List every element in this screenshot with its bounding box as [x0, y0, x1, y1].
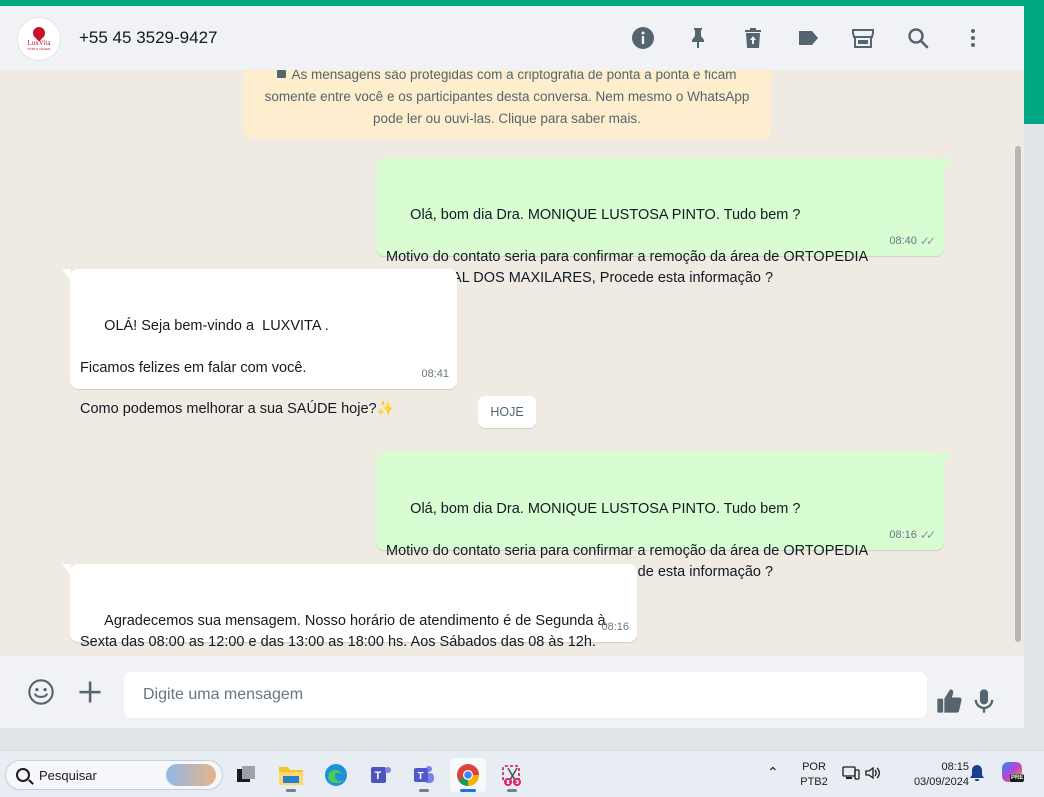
scrollbar-thumb[interactable]: [1015, 146, 1021, 642]
taskbar-chrome[interactable]: [450, 758, 486, 792]
folder-icon: [279, 767, 303, 785]
encryption-notice-text: As mensagens são protegidas com a cripto…: [264, 70, 750, 126]
taskbar-teams-classic[interactable]: T: [363, 758, 399, 792]
tray-clock[interactable]: 08:15 03/09/2024: [893, 760, 969, 790]
notification-bell-icon[interactable]: [969, 764, 985, 785]
running-indicator: [286, 789, 296, 792]
date-separator: HOJE: [478, 396, 536, 428]
bubble-tail: [62, 269, 71, 281]
trash-icon: [744, 28, 761, 48]
message-text: Agradecemos sua mensagem. Nosso horário …: [80, 613, 606, 656]
taskbar-search-label: Pesquisar: [39, 767, 97, 783]
label-button[interactable]: [780, 20, 835, 56]
info-button[interactable]: [615, 20, 670, 56]
tray-language[interactable]: POR PTB2: [797, 760, 831, 790]
voice-button[interactable]: [968, 685, 1000, 717]
message-time: 08:16: [601, 621, 629, 634]
search-button[interactable]: [890, 20, 945, 56]
window-side-accent: [1024, 0, 1044, 124]
edge-browser-icon: [325, 764, 347, 786]
bubble-tail: [62, 564, 71, 576]
chrome-icon: [457, 764, 479, 786]
more-vertical-icon: [970, 29, 975, 47]
task-view-icon: [237, 766, 255, 782]
snipping-tool-icon: [502, 765, 521, 786]
menu-button[interactable]: [945, 20, 1000, 56]
pin-icon: [691, 28, 704, 48]
tray-volume-icon[interactable]: [864, 764, 882, 785]
message-meta: 08:40 ✓✓: [889, 231, 936, 252]
message-input[interactable]: [124, 672, 927, 718]
tray-date: 03/09/2024: [913, 776, 969, 788]
search-highlight-image: [166, 764, 216, 786]
running-indicator: [507, 789, 517, 792]
taskbar-task-view[interactable]: [228, 758, 264, 792]
header-actions: [615, 20, 1000, 56]
copilot-badge: PRE: [1010, 774, 1025, 782]
chat-header: LuxVita PORTO VIAGEM +55 45 3529-9427: [0, 6, 1024, 70]
catalog-button[interactable]: [835, 20, 890, 56]
bubble-tail: [943, 158, 952, 170]
running-indicator: [419, 789, 429, 792]
taskbar-search[interactable]: Pesquisar: [5, 760, 223, 790]
attach-button[interactable]: [74, 676, 106, 708]
bubble-tail: [943, 452, 952, 464]
teams-icon: T: [371, 767, 391, 783]
tray-language-code: POR: [802, 761, 826, 773]
emoji-icon: [28, 679, 54, 705]
thumbs-up-icon: [937, 689, 962, 713]
running-indicator: [460, 789, 476, 792]
double-check-icon: ✓✓: [919, 528, 936, 543]
message-bubble-incoming[interactable]: Agradecemos sua mensagem. Nosso horário …: [62, 564, 637, 656]
message-meta: 08:16: [601, 617, 629, 638]
message-bubble-incoming[interactable]: OLÁ! Seja bem-vindo a LUXVITA . Ficamos …: [62, 269, 457, 417]
message-time: 08:40: [889, 235, 917, 248]
search-icon: [16, 768, 30, 782]
plus-icon: [79, 681, 101, 703]
message-text: Olá, bom dia Dra. MONIQUE LUSTOSA PINTO.…: [386, 207, 868, 286]
lock-icon: [277, 70, 287, 78]
message-list[interactable]: As mensagens são protegidas com a cripto…: [0, 70, 1024, 656]
avatar-logo-sub: PORTO VIAGEM: [27, 47, 51, 51]
copilot-icon[interactable]: PRE: [1000, 762, 1026, 784]
message-time: 08:16: [889, 529, 917, 542]
message-meta: 08:16 ✓✓: [889, 525, 936, 546]
svg-text:T: T: [418, 771, 424, 782]
store-icon: [851, 29, 874, 48]
composer-bar: [0, 656, 1024, 728]
tray-keyboard-layout: PTB2: [800, 776, 828, 788]
os-taskbar: Pesquisar T T ⌃ POR PTB2 08:15 03/09/202…: [0, 750, 1044, 797]
whatsapp-window: LuxVita PORTO VIAGEM +55 45 3529-9427 As…: [0, 6, 1024, 728]
message-text: OLÁ! Seja bem-vindo a LUXVITA . Ficamos …: [80, 318, 395, 418]
taskbar-teams[interactable]: T: [406, 758, 442, 792]
emoji-button[interactable]: [25, 676, 57, 708]
label-icon: [798, 31, 818, 45]
taskbar-snipping-tool[interactable]: [494, 758, 530, 792]
delete-button[interactable]: [725, 20, 780, 56]
tray-overflow-chevron-icon[interactable]: ⌃: [767, 764, 779, 781]
chat-scrollbar[interactable]: [1014, 70, 1022, 656]
message-meta: 08:41: [421, 364, 449, 385]
microphone-icon: [974, 689, 994, 713]
info-icon: [631, 27, 654, 49]
search-icon: [907, 28, 928, 49]
contact-name[interactable]: +55 45 3529-9427: [79, 28, 218, 48]
contact-avatar[interactable]: LuxVita PORTO VIAGEM: [17, 17, 61, 61]
tray-network-icon[interactable]: [842, 764, 860, 785]
pin-button[interactable]: [670, 20, 725, 56]
taskbar-file-explorer[interactable]: [273, 758, 309, 792]
like-button[interactable]: [933, 685, 965, 717]
double-check-icon: ✓✓: [919, 234, 936, 249]
message-bubble-outgoing[interactable]: Olá, bom dia Dra. MONIQUE LUSTOSA PINTO.…: [376, 452, 952, 580]
message-time: 08:41: [421, 368, 449, 381]
tray-time: 08:15: [941, 761, 969, 773]
encryption-notice[interactable]: As mensagens são protegidas com a cripto…: [243, 70, 771, 138]
svg-text:T: T: [375, 770, 382, 782]
teams-new-icon: T: [414, 766, 434, 783]
taskbar-edge[interactable]: [318, 758, 354, 792]
message-bubble-outgoing[interactable]: Olá, bom dia Dra. MONIQUE LUSTOSA PINTO.…: [376, 158, 952, 286]
